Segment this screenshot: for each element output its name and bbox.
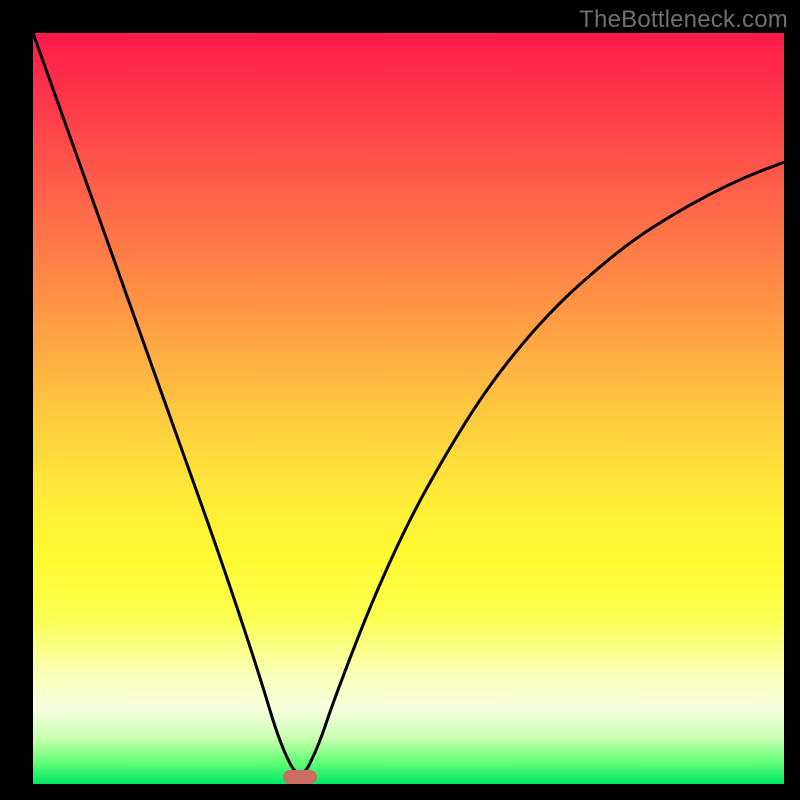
plot-area [33,33,784,784]
chart-frame: TheBottleneck.com [0,0,800,800]
min-marker [283,770,317,784]
bottleneck-curve [33,33,784,784]
watermark-text: TheBottleneck.com [579,6,788,34]
